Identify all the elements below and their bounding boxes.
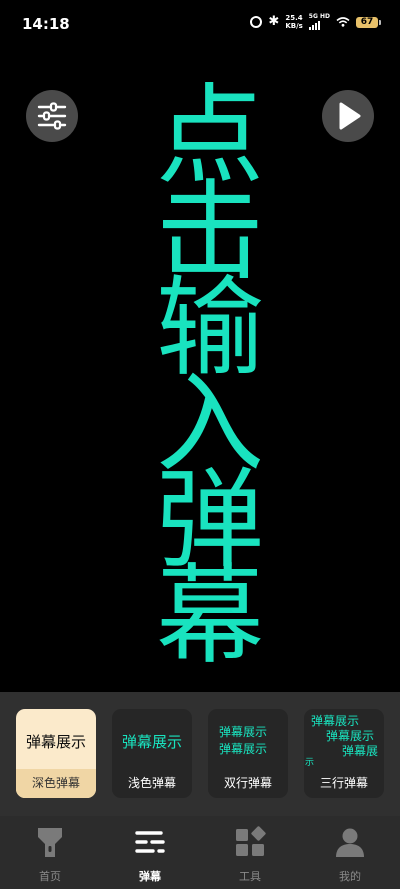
nav-danmaku[interactable]: 弹幕 — [100, 816, 200, 889]
style-label: 双行弹幕 — [223, 776, 272, 790]
style-card-triple[interactable]: 弹幕展示 弹幕展示 弹幕展 示 三行弹幕 — [304, 709, 384, 798]
danmaku-list-icon — [135, 831, 165, 853]
preview-text: 弹幕展示 — [219, 742, 268, 756]
style-label: 浅色弹幕 — [127, 776, 176, 790]
profile-icon — [336, 828, 364, 857]
play-icon — [339, 102, 361, 130]
nav-profile[interactable]: 我的 — [300, 816, 400, 889]
style-preview: 弹幕展示 — [16, 709, 96, 769]
status-bar: 14:18 ✱ 25.4 KB/s 5G HD 67 — [0, 0, 400, 48]
style-label: 三行弹幕 — [319, 776, 368, 790]
nav-label: 我的 — [339, 870, 361, 883]
alarm-icon — [250, 16, 263, 28]
tools-grid-icon — [236, 826, 266, 856]
network-speed: 25.4 KB/s — [285, 14, 302, 30]
bottom-nav: 首页 弹幕 工具 我的 — [0, 816, 400, 889]
settings-button[interactable] — [26, 90, 78, 142]
signal-icon: 5G HD — [308, 14, 330, 30]
style-label: 深色弹幕 — [16, 769, 96, 798]
status-icons: ✱ 25.4 KB/s 5G HD 67 — [250, 14, 381, 30]
network-speed-value: 25.4 — [285, 14, 303, 22]
preview-text: 弹幕展 — [342, 744, 379, 758]
preview-text: 弹幕展示 — [121, 733, 182, 751]
bluetooth-icon: ✱ — [268, 14, 280, 29]
play-button[interactable] — [322, 90, 374, 142]
style-preview: 弹幕展示 弹幕展示 弹幕展 示 — [304, 709, 384, 769]
style-card-dark[interactable]: 弹幕展示 深色弹幕 — [16, 709, 96, 798]
danmaku-text[interactable]: 点击输入弹幕 — [110, 78, 290, 738]
nav-label: 工具 — [239, 870, 261, 883]
style-card-double[interactable]: 弹幕展示 弹幕展示 双行弹幕 — [208, 709, 288, 798]
sliders-icon — [37, 102, 67, 130]
preview-text: 弹幕展示 — [25, 733, 86, 751]
status-time: 14:18 — [22, 15, 70, 33]
battery-icon: 67 — [356, 16, 381, 28]
wifi-icon — [336, 17, 350, 27]
style-card-light[interactable]: 弹幕展示 浅色弹幕 — [112, 709, 192, 798]
style-preview: 弹幕展示 — [112, 709, 192, 769]
preview-text: 弹幕展示 — [219, 725, 268, 739]
style-preview: 弹幕展示 弹幕展示 — [208, 709, 288, 769]
preview-text: 示 — [305, 758, 315, 768]
network-speed-unit: KB/s — [285, 22, 303, 30]
nav-label: 弹幕 — [139, 870, 161, 883]
flashlight-icon — [38, 828, 62, 857]
nav-home[interactable]: 首页 — [0, 816, 100, 889]
style-panel: 弹幕展示 深色弹幕 弹幕展示 浅色弹幕 弹幕展示 弹幕展示 双行弹幕 弹幕展示 … — [0, 692, 400, 816]
nav-label: 首页 — [39, 870, 61, 883]
nav-tools[interactable]: 工具 — [200, 816, 300, 889]
